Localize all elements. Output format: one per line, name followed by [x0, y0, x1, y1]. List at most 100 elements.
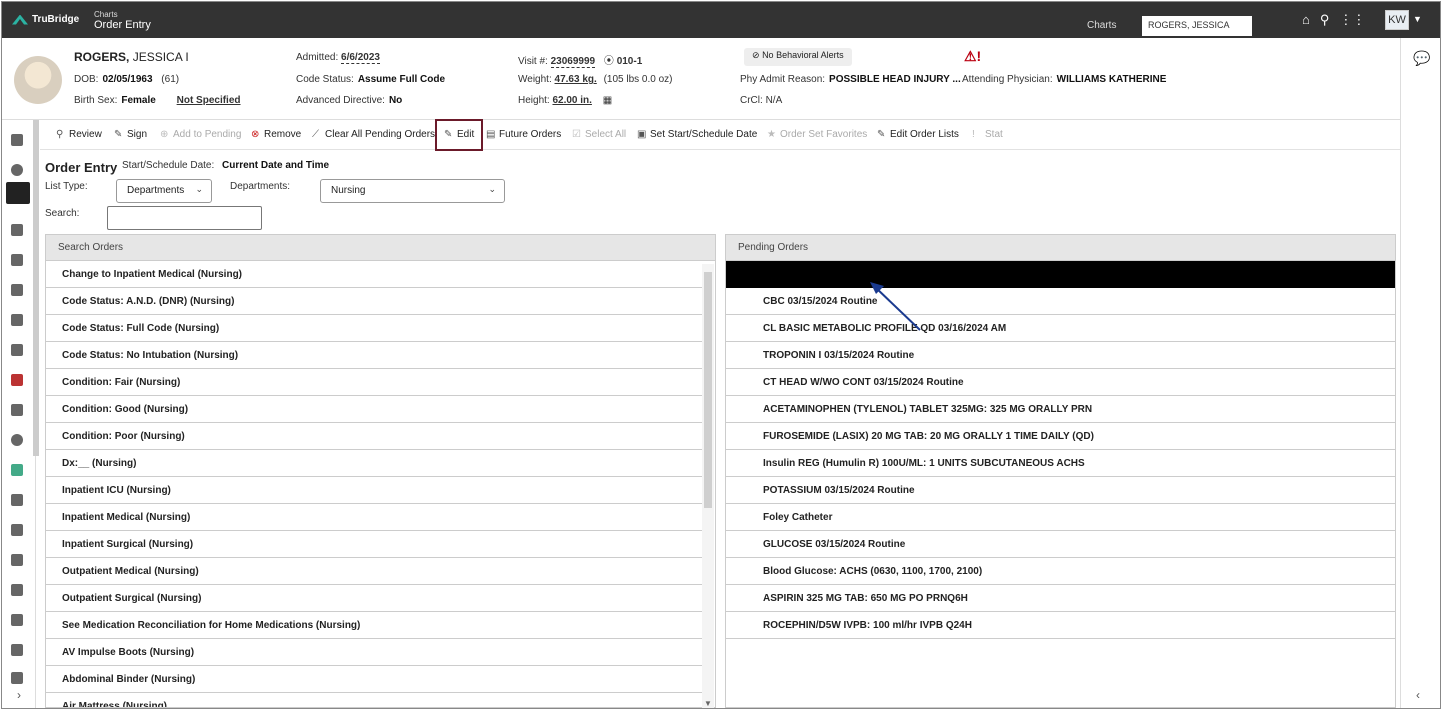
weight-value[interactable]: 47.63 kg.	[555, 74, 597, 85]
star-icon: ★	[767, 129, 776, 140]
stat-button[interactable]: ! Stat	[972, 129, 1003, 140]
nav-meds-icon[interactable]	[11, 254, 23, 266]
future-orders-button[interactable]: ▤ Future Orders	[486, 129, 561, 140]
nav-check-icon[interactable]	[11, 584, 23, 596]
rail-scrollbar[interactable]	[33, 120, 39, 456]
charts-link[interactable]: Charts	[1087, 20, 1116, 31]
nav-flowsheet-icon[interactable]	[11, 404, 23, 416]
attending-field: Attending Physician: WILLIAMS KATHERINE	[962, 74, 1166, 85]
pending-order-row[interactable]: ASPIRIN 325 MG TAB: 650 MG PO PRNQ6H	[726, 585, 1395, 612]
order-set-favorites-button[interactable]: ★ Order Set Favorites	[767, 129, 867, 140]
search-order-row[interactable]: Condition: Poor (Nursing)	[46, 423, 703, 450]
search-order-row[interactable]: Outpatient Surgical (Nursing)	[46, 585, 703, 612]
location-pin-icon: ⦿	[603, 56, 614, 67]
scroll-down-icon[interactable]: ▼	[704, 699, 712, 708]
search-order-row[interactable]: Dx:__ (Nursing)	[46, 450, 703, 477]
search-order-row[interactable]: Code Status: No Intubation (Nursing)	[46, 342, 703, 369]
dob-label: DOB:	[74, 74, 99, 85]
calculator-icon[interactable]: ▦	[603, 95, 612, 106]
remove-button[interactable]: ⊗ Remove	[251, 129, 301, 140]
add-to-pending-button[interactable]: ⊕ Add to Pending	[160, 129, 241, 140]
search-order-row[interactable]: Air Mattress (Nursing)	[46, 693, 703, 707]
search-order-row[interactable]: Abdominal Binder (Nursing)	[46, 666, 703, 693]
search-order-row[interactable]: Condition: Fair (Nursing)	[46, 369, 703, 396]
add-to-pending-label: Add to Pending	[173, 129, 242, 140]
search-orders-scrollbar[interactable]: ▼	[702, 264, 714, 708]
scrollbar-thumb[interactable]	[704, 272, 712, 508]
chat-icon[interactable]: 💬	[1413, 50, 1430, 67]
advanced-directive-field: Advanced Directive: No	[296, 95, 402, 106]
nav-mobile-icon[interactable]	[11, 314, 23, 326]
user-avatar[interactable]: KW	[1385, 10, 1409, 30]
pending-order-row[interactable]: GLUCOSE 03/15/2024 Routine	[726, 531, 1395, 558]
sign-button[interactable]: ✎ Sign	[114, 129, 147, 140]
chevron-down-icon[interactable]: ▼	[1413, 14, 1422, 24]
list-type-select[interactable]: Departments ⌄	[116, 179, 212, 203]
departments-select[interactable]: Nursing ⌄	[320, 179, 505, 203]
nav-globe-icon[interactable]	[11, 434, 23, 446]
admitted-field: Admitted: 6/6/2023	[296, 52, 380, 64]
search-order-row[interactable]: Inpatient ICU (Nursing)	[46, 477, 703, 504]
nav-alerts-icon[interactable]	[11, 374, 23, 386]
search-order-row[interactable]: Inpatient Medical (Nursing)	[46, 504, 703, 531]
schedule-icon: ▣	[637, 129, 647, 140]
pending-order-row[interactable]: Insulin REG (Humulin R) 100U/ML: 1 UNITS…	[726, 450, 1395, 477]
nav-tools-icon[interactable]	[11, 524, 23, 536]
review-button[interactable]: ⚲ Review	[56, 129, 102, 140]
pending-order-row[interactable]: Blood Glucose: ACHS (0630, 1100, 1700, 2…	[726, 558, 1395, 585]
nav-documents-icon[interactable]	[11, 284, 23, 296]
nav-report-icon[interactable]	[11, 644, 23, 656]
allergy-warning-icon[interactable]: ⚠!	[964, 48, 981, 65]
pending-order-row[interactable]: CBC 03/15/2024 Routine	[726, 288, 1395, 315]
search-order-row[interactable]: Condition: Good (Nursing)	[46, 396, 703, 423]
pending-order-row[interactable]: CT HEAD W/WO CONT 03/15/2024 Routine	[726, 369, 1395, 396]
apps-grid-icon[interactable]: ⋮⋮	[1339, 12, 1365, 28]
nav-image-icon[interactable]	[11, 464, 23, 476]
pending-order-row[interactable]: ROCEPHIN/D5W IVPB: 100 ml/hr IVPB Q24H	[726, 612, 1395, 639]
gender-identity-link[interactable]: Not Specified	[177, 95, 241, 106]
order-search-input[interactable]	[107, 206, 262, 230]
nav-results-icon[interactable]	[11, 224, 23, 236]
clear-all-label: Clear All Pending Orders	[325, 129, 436, 140]
patient-name[interactable]: ROGERS, JESSICA I	[74, 50, 189, 64]
nav-notes-icon[interactable]	[11, 344, 23, 356]
pending-order-row[interactable]: ACETAMINOPHEN (TYLENOL) TABLET 325MG: 32…	[726, 396, 1395, 423]
behavioral-alert-badge[interactable]: ⊘ No Behavioral Alerts	[744, 48, 852, 66]
nav-folder-icon[interactable]	[11, 672, 23, 684]
search-order-row[interactable]: Code Status: A.N.D. (DNR) (Nursing)	[46, 288, 703, 315]
set-start-date-button[interactable]: ▣ Set Start/Schedule Date	[637, 129, 757, 140]
pending-order-row[interactable]: FUROSEMIDE (LASIX) 20 MG TAB: 20 MG ORAL…	[726, 423, 1395, 450]
edit-order-lists-button[interactable]: ✎ Edit Order Lists	[877, 129, 959, 140]
nav-bottle-icon[interactable]	[11, 494, 23, 506]
remove-label: Remove	[264, 129, 302, 140]
search-order-row[interactable]: Code Status: Full Code (Nursing)	[46, 315, 703, 342]
pending-order-row[interactable]: Foley Catheter	[726, 504, 1395, 531]
chevron-right-icon[interactable]: ›	[17, 688, 21, 702]
nav-chart-icon[interactable]	[11, 134, 23, 146]
pending-order-row[interactable]: CL BASIC METABOLIC PROFILE QD 03/16/2024…	[726, 315, 1395, 342]
chevron-left-icon[interactable]: ‹	[1416, 688, 1420, 702]
pending-order-row[interactable]: TROPONIN I 03/15/2024 Routine	[726, 342, 1395, 369]
nav-vitals-icon[interactable]	[11, 164, 23, 176]
home-icon[interactable]: ⌂	[1302, 12, 1310, 28]
search-order-row[interactable]: Inpatient Surgical (Nursing)	[46, 531, 703, 558]
nav-history-icon[interactable]	[11, 614, 23, 626]
height-value[interactable]: 62.00 in.	[552, 95, 591, 106]
pending-order-row[interactable]: POTASSIUM 03/15/2024 Routine	[726, 477, 1395, 504]
annotation-arrow-icon	[870, 282, 921, 331]
visit-value[interactable]: 23069999	[550, 56, 596, 68]
admitted-value[interactable]: 6/6/2023	[341, 52, 380, 64]
select-all-button[interactable]: ☑ Select All	[572, 129, 626, 140]
nav-order-entry-icon[interactable]	[6, 182, 30, 204]
nav-settings-icon[interactable]	[11, 554, 23, 566]
patient-selector[interactable]: ROGERS, JESSICA	[1142, 16, 1252, 36]
search-order-row[interactable]: Outpatient Medical (Nursing)	[46, 558, 703, 585]
search-order-row[interactable]: See Medication Reconciliation for Home M…	[46, 612, 703, 639]
search-order-row[interactable]: AV Impulse Boots (Nursing)	[46, 639, 703, 666]
weight-field: Weight: 47.63 kg. (105 lbs 0.0 oz)	[518, 74, 673, 85]
clear-all-pending-button[interactable]: ⟋ Clear All Pending Orders	[312, 129, 435, 140]
pending-order-row[interactable]	[726, 261, 1395, 288]
search-order-row[interactable]: Change to Inpatient Medical (Nursing)	[46, 261, 703, 288]
app-logo[interactable]: TruBridge	[12, 14, 79, 25]
search-icon[interactable]: ⚲	[1320, 12, 1330, 28]
